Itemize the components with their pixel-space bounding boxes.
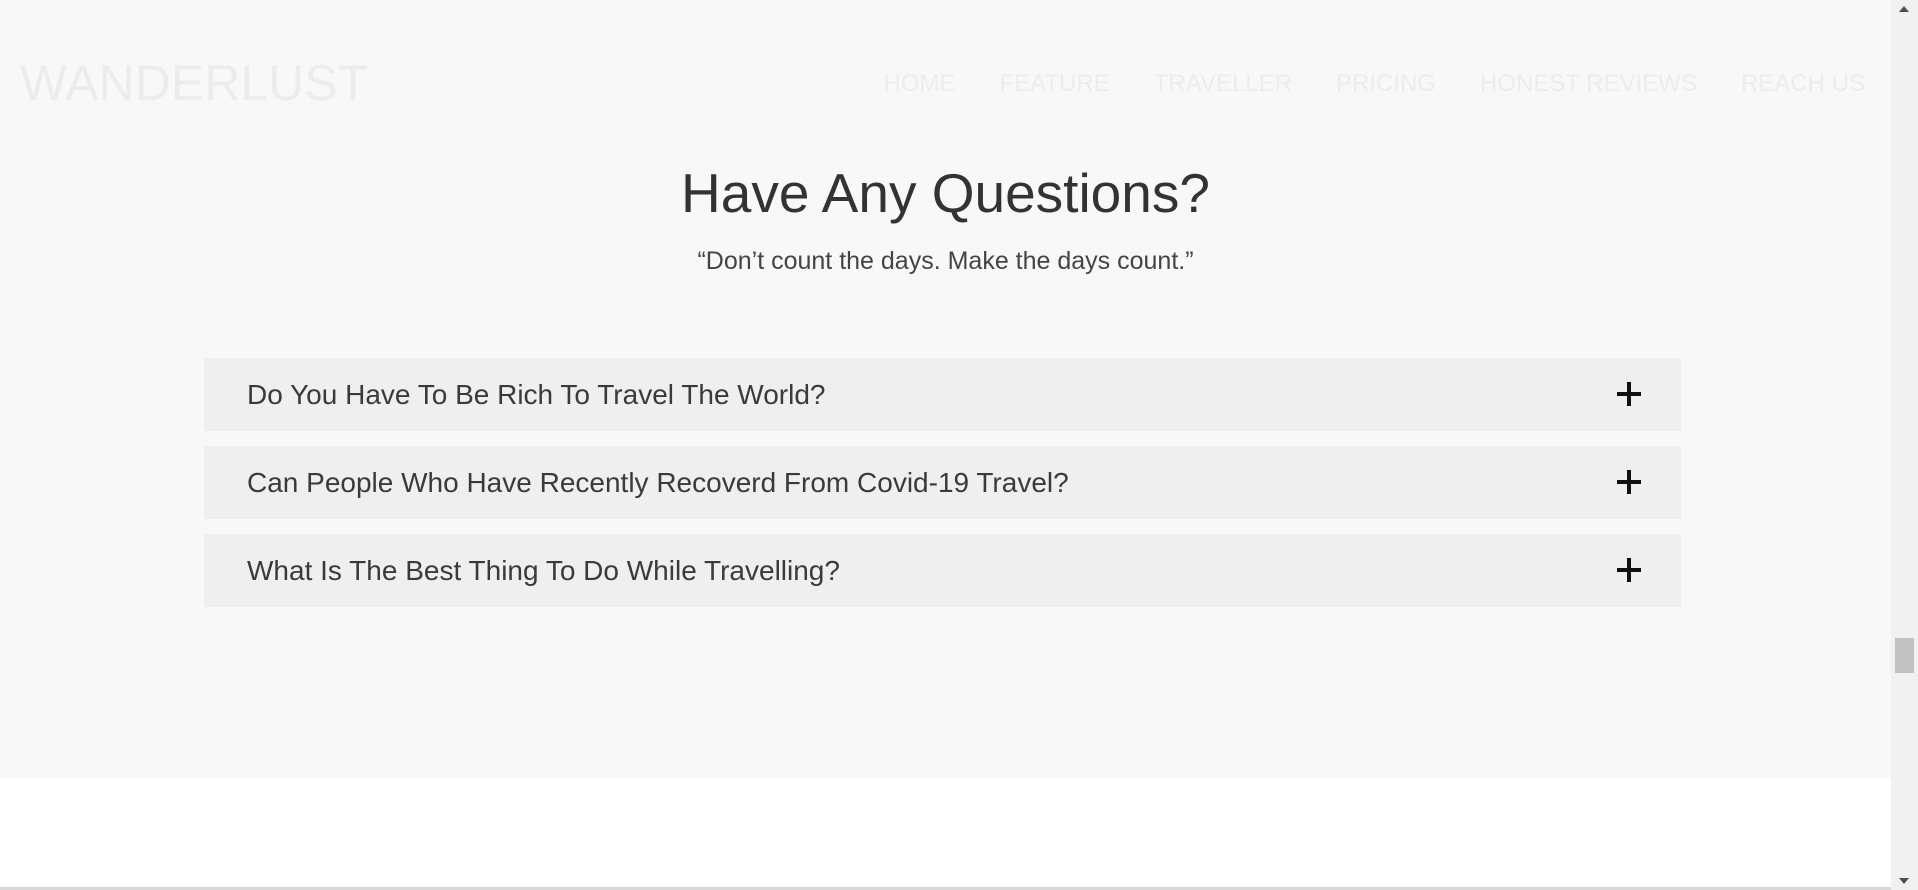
plus-icon[interactable] <box>1617 470 1641 494</box>
vertical-scrollbar[interactable] <box>1891 0 1918 890</box>
nav-link-honest-reviews[interactable]: HONEST REVIEWS <box>1480 70 1697 98</box>
plus-icon[interactable] <box>1617 382 1641 406</box>
faq-subtitle: “Don’t count the days. Make the days cou… <box>697 247 1194 275</box>
plus-icon[interactable] <box>1617 558 1641 582</box>
faq-item-covid-travel[interactable]: Can People Who Have Recently Recoverd Fr… <box>204 446 1681 519</box>
faq-title: Have Any Questions? <box>681 162 1210 224</box>
faq-section: WANDERLUST HOME FEATURE TRAVELLER PRICIN… <box>0 0 1891 778</box>
faq-question: Can People Who Have Recently Recoverd Fr… <box>247 467 1069 498</box>
nav-link-feature[interactable]: FEATURE <box>1000 70 1110 98</box>
faq-accordion: Do You Have To Be Rich To Travel The Wor… <box>204 358 1681 622</box>
faq-question: What Is The Best Thing To Do While Trave… <box>247 555 840 586</box>
faq-item-rich-to-travel[interactable]: Do You Have To Be Rich To Travel The Wor… <box>204 358 1681 431</box>
faq-question: Do You Have To Be Rich To Travel The Wor… <box>247 379 826 410</box>
page-viewport: WANDERLUST HOME FEATURE TRAVELLER PRICIN… <box>0 0 1891 890</box>
nav-link-reach-us[interactable]: REACH US <box>1741 70 1865 98</box>
scroll-down-arrow-icon[interactable] <box>1891 870 1918 890</box>
faq-item-best-thing[interactable]: What Is The Best Thing To Do While Trave… <box>204 534 1681 607</box>
scroll-up-arrow-icon[interactable] <box>1891 0 1918 20</box>
navbar: WANDERLUST HOME FEATURE TRAVELLER PRICIN… <box>0 0 1891 165</box>
nav-link-pricing[interactable]: PRICING <box>1336 70 1436 98</box>
nav-link-traveller[interactable]: TRAVELLER <box>1154 70 1292 98</box>
nav-menu: HOME FEATURE TRAVELLER PRICING HONEST RE… <box>884 70 1866 98</box>
nav-link-home[interactable]: HOME <box>884 70 956 98</box>
brand-logo[interactable]: WANDERLUST <box>20 56 368 110</box>
scrollbar-thumb[interactable] <box>1895 638 1914 673</box>
